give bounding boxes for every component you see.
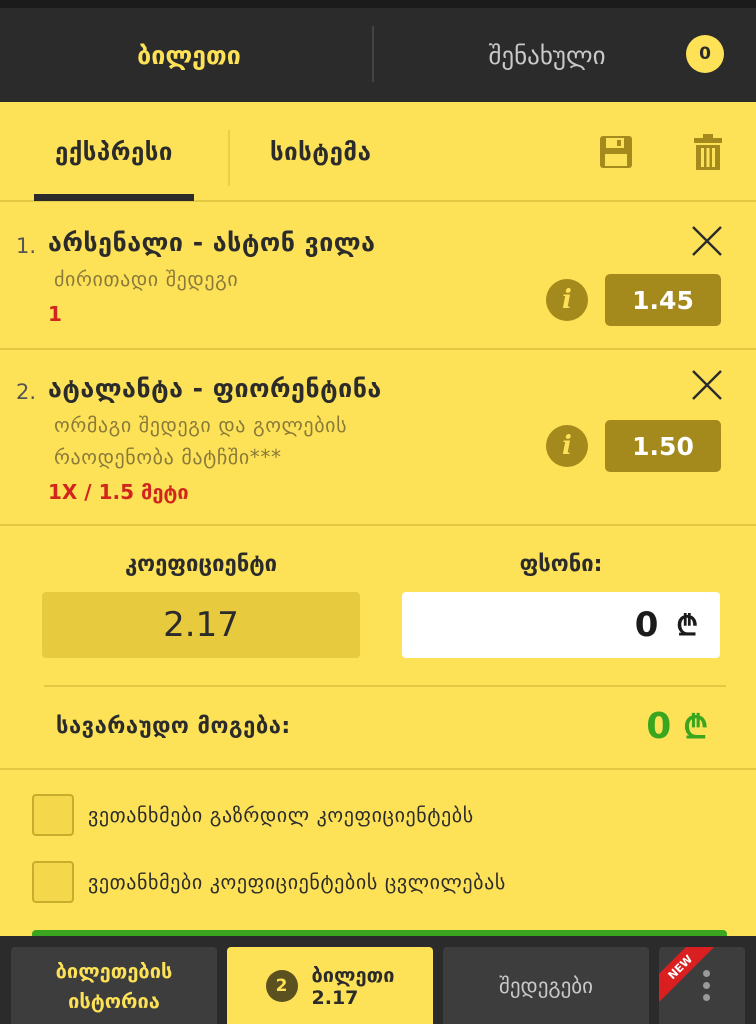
lari-icon: ₾ [676, 609, 698, 642]
possible-win-value: 0 ₾ [646, 705, 708, 748]
bet-item: 2. ატალანტა - ფიორენტინა ორმაგი შედეგი დ… [0, 350, 756, 526]
tab-express-underline [34, 194, 194, 201]
history-line1: ბილეთების [55, 958, 173, 983]
bet-market: რაოდენობა მატჩში*** [54, 445, 282, 469]
ticket-count-badge: 2 [265, 969, 298, 1002]
stake-label: ფსონი: [519, 552, 603, 577]
nav-ticket-history[interactable]: ბილეთების ისტორია [11, 947, 217, 1024]
close-icon[interactable] [690, 368, 724, 402]
bet-number: 1. [16, 234, 37, 258]
total-coef-value: 2.17 [42, 592, 360, 658]
history-line2: ისტორია [68, 988, 160, 1013]
tab-saved-label: შენახული [488, 40, 606, 70]
nav-ticket[interactable]: 2 ბილეთი 2.17 [227, 947, 433, 1024]
subtab-divider [228, 130, 230, 186]
coef-label: კოეფიციენტი [124, 552, 278, 577]
tab-express[interactable]: ექსპრესი [34, 102, 194, 202]
nav-results-label: შედეგები [499, 973, 593, 998]
ticket-summary: ბილეთი 2.17 [312, 963, 395, 1009]
ticket-odds: 2.17 [311, 986, 359, 1009]
bet-item: 1. არსენალი - ასტონ ვილა ძირითადი შედეგი… [0, 204, 756, 350]
bet-pick: 1X / 1.5 მეტი [48, 480, 189, 504]
accept-odds-change-checkbox[interactable] [32, 861, 74, 903]
nav-results[interactable]: შედეგები [443, 947, 649, 1024]
bet-market: ძირითადი შედეგი [54, 267, 239, 291]
divider [0, 768, 756, 770]
accept-odds-change-row[interactable]: ვეთანხმები კოეფიციენტების ცვლილებას [32, 861, 506, 903]
tab-ticket[interactable]: ბილეთი [0, 8, 378, 102]
bottom-nav: ბილეთების ისტორია 2 ბილეთი 2.17 შედეგები… [0, 936, 756, 1024]
accept-increased-odds-row[interactable]: ვეთანხმები გაზრდილ კოეფიციენტებს [32, 794, 474, 836]
top-tab-divider [372, 26, 374, 82]
bet-number: 2. [16, 380, 37, 404]
lari-icon: ₾ [683, 708, 708, 746]
accept-odds-change-label: ვეთანხმები კოეფიციენტების ცვლილებას [88, 870, 506, 894]
bet-title: ატალანტა - ფიორენტინა [48, 374, 382, 403]
ticket-label: ბილეთი [311, 962, 395, 987]
saved-count-badge: 0 [686, 35, 724, 73]
bet-type-tabs: ექსპრესი სისტემა [0, 102, 756, 202]
save-icon[interactable] [596, 132, 636, 172]
odd-button[interactable]: 1.50 [605, 420, 721, 472]
possible-win-label: სავარაუდო მოგება: [56, 714, 291, 739]
status-bar [0, 0, 756, 8]
possible-win-amount: 0 [646, 706, 672, 747]
bet-pick: 1 [48, 302, 62, 326]
top-tab-bar: ბილეთი შენახული 0 [0, 8, 756, 102]
tab-saved[interactable]: შენახული 0 [378, 8, 756, 102]
more-vert-icon [702, 970, 710, 1001]
nav-ticket-history-label: ბილეთების ისტორია [56, 956, 173, 1016]
stake-value: 0 [634, 605, 659, 645]
nav-more[interactable]: NEW [659, 947, 745, 1024]
bet-market: ორმაგი შედეგი და გოლების [54, 413, 348, 437]
close-icon[interactable] [690, 224, 724, 258]
accept-increased-odds-checkbox[interactable] [32, 794, 74, 836]
info-icon[interactable]: i [546, 279, 588, 321]
tab-ticket-label: ბილეთი [137, 40, 241, 70]
trash-icon[interactable] [688, 132, 728, 172]
odd-button[interactable]: 1.45 [605, 274, 721, 326]
info-icon[interactable]: i [546, 425, 588, 467]
stake-input[interactable]: 0 ₾ [402, 592, 720, 658]
tab-system[interactable]: სისტემა [270, 102, 371, 202]
bet-title: არსენალი - ასტონ ვილა [48, 228, 376, 257]
accept-increased-odds-label: ვეთანხმები გაზრდილ კოეფიციენტებს [88, 803, 474, 827]
divider [44, 685, 726, 687]
